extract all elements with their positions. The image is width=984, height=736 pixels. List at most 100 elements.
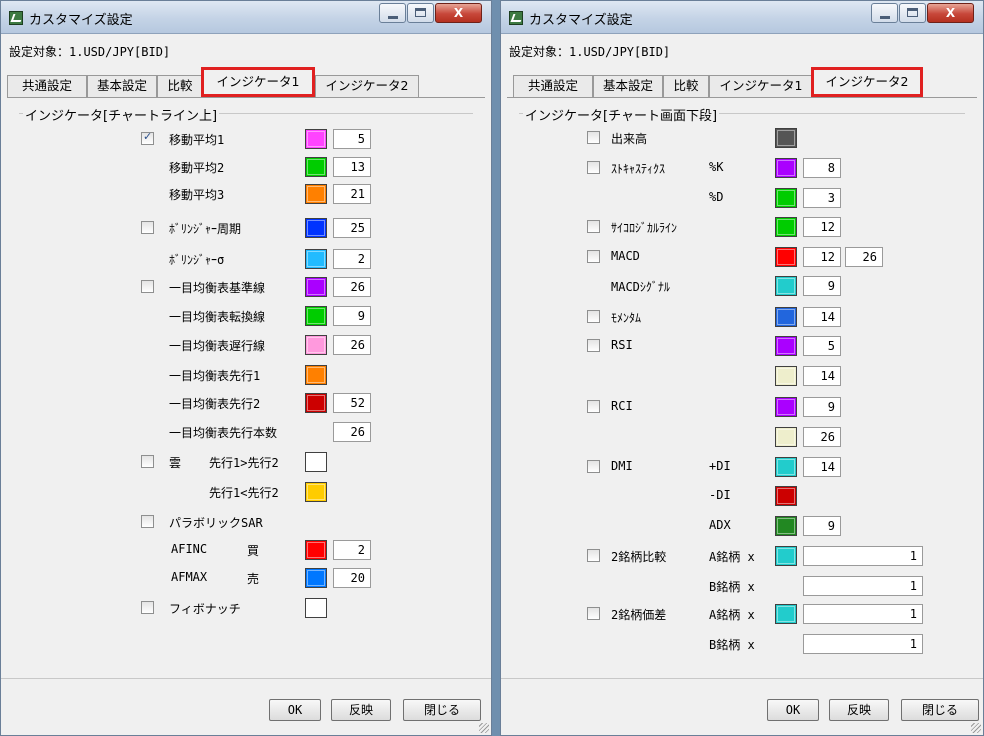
color-swatch[interactable] xyxy=(775,158,797,178)
tab-indicator-2[interactable]: インジケータ2 xyxy=(811,67,923,97)
moving-average-1-checkbox[interactable] xyxy=(141,130,154,145)
period-field[interactable]: 12 xyxy=(803,217,841,237)
period-field[interactable]: 9 xyxy=(803,397,841,417)
color-swatch[interactable] xyxy=(305,598,327,618)
color-swatch[interactable] xyxy=(775,276,797,296)
psychological-line-checkbox[interactable] xyxy=(587,220,600,233)
color-swatch[interactable] xyxy=(305,335,327,355)
color-swatch[interactable] xyxy=(775,397,797,417)
multiplier-field[interactable]: 1 xyxy=(803,576,923,596)
color-swatch[interactable] xyxy=(305,277,327,297)
minimize-icon[interactable] xyxy=(871,3,898,23)
period-field[interactable]: 9 xyxy=(333,306,371,326)
period-field[interactable]: 26 xyxy=(803,427,841,447)
ok-button[interactable]: OK xyxy=(767,699,819,721)
color-swatch[interactable] xyxy=(305,157,327,177)
tab-basic-settings[interactable]: 基本設定 xyxy=(593,75,663,97)
title-bar[interactable]: カスタマイズ設定 X xyxy=(501,1,983,34)
tab-common-settings[interactable]: 共通設定 xyxy=(513,75,593,97)
color-swatch[interactable] xyxy=(775,188,797,208)
close-icon[interactable]: X xyxy=(435,3,482,23)
close-button[interactable]: 閉じる xyxy=(901,699,979,721)
color-swatch[interactable] xyxy=(305,568,327,588)
two-symbol-spread-checkbox[interactable] xyxy=(587,607,600,620)
ichimoku-checkbox[interactable] xyxy=(141,280,154,293)
stochastics-checkbox[interactable] xyxy=(587,161,600,174)
tab-compare[interactable]: 比較 xyxy=(663,75,709,97)
color-swatch[interactable] xyxy=(775,516,797,536)
period-field[interactable]: 5 xyxy=(333,129,371,149)
color-swatch[interactable] xyxy=(775,457,797,477)
period-field[interactable]: 25 xyxy=(333,218,371,238)
momentum-checkbox[interactable] xyxy=(587,310,600,323)
maximize-icon[interactable] xyxy=(899,3,926,23)
apply-button[interactable]: 反映 xyxy=(829,699,889,721)
color-swatch[interactable] xyxy=(775,336,797,356)
resize-grip[interactable] xyxy=(479,723,489,733)
tab-indicator-2[interactable]: インジケータ2 xyxy=(315,75,419,97)
color-swatch[interactable] xyxy=(305,365,327,385)
period-field[interactable]: 21 xyxy=(333,184,371,204)
period-field[interactable]: 26 xyxy=(333,335,371,355)
tab-indicator-1[interactable]: インジケータ1 xyxy=(201,67,315,97)
period-field[interactable]: 13 xyxy=(333,157,371,177)
close-icon[interactable]: X xyxy=(927,3,974,23)
two-symbol-compare-checkbox[interactable] xyxy=(587,549,600,562)
period-field[interactable]: 9 xyxy=(803,276,841,296)
tab-indicator-1[interactable]: インジケータ1 xyxy=(709,75,813,97)
multiplier-field[interactable]: 1 xyxy=(803,634,923,654)
tab-basic-settings[interactable]: 基本設定 xyxy=(87,75,157,97)
tab-common-settings[interactable]: 共通設定 xyxy=(7,75,87,97)
fibonacci-checkbox[interactable] xyxy=(141,601,154,614)
color-swatch[interactable] xyxy=(305,540,327,560)
minimize-icon[interactable] xyxy=(379,3,406,23)
period-field[interactable]: 2 xyxy=(333,249,371,269)
period-field[interactable]: 9 xyxy=(803,516,841,536)
period-field[interactable]: 3 xyxy=(803,188,841,208)
color-swatch[interactable] xyxy=(775,217,797,237)
period-field[interactable]: 14 xyxy=(803,457,841,477)
period-field[interactable]: 8 xyxy=(803,158,841,178)
color-swatch[interactable] xyxy=(775,546,797,566)
color-swatch[interactable] xyxy=(305,393,327,413)
period-field[interactable]: 2 xyxy=(333,540,371,560)
period-field[interactable]: 52 xyxy=(333,393,371,413)
color-swatch[interactable] xyxy=(775,128,797,148)
multiplier-field[interactable]: 1 xyxy=(803,546,923,566)
tab-compare[interactable]: 比較 xyxy=(157,75,203,97)
close-button[interactable]: 閉じる xyxy=(403,699,481,721)
color-swatch[interactable] xyxy=(775,427,797,447)
color-swatch[interactable] xyxy=(305,218,327,238)
color-swatch[interactable] xyxy=(305,184,327,204)
dmi-checkbox[interactable] xyxy=(587,460,600,473)
period-field[interactable]: 5 xyxy=(803,336,841,356)
color-swatch[interactable] xyxy=(775,604,797,624)
parabolic-sar-checkbox[interactable] xyxy=(141,515,154,528)
color-swatch[interactable] xyxy=(775,247,797,267)
multiplier-field[interactable]: 1 xyxy=(803,604,923,624)
rci-checkbox[interactable] xyxy=(587,400,600,413)
period-field[interactable]: 26 xyxy=(333,422,371,442)
period-field[interactable]: 26 xyxy=(333,277,371,297)
color-swatch[interactable] xyxy=(775,486,797,506)
volume-checkbox[interactable] xyxy=(587,131,600,144)
color-swatch[interactable] xyxy=(305,249,327,269)
apply-button[interactable]: 反映 xyxy=(331,699,391,721)
color-swatch[interactable] xyxy=(305,129,327,149)
rsi-checkbox[interactable] xyxy=(587,339,600,352)
color-swatch[interactable] xyxy=(305,482,327,502)
cloud-checkbox[interactable] xyxy=(141,455,154,468)
resize-grip[interactable] xyxy=(971,723,981,733)
macd-checkbox[interactable] xyxy=(587,250,600,263)
color-swatch[interactable] xyxy=(305,306,327,326)
color-swatch[interactable] xyxy=(305,452,327,472)
title-bar[interactable]: カスタマイズ設定 X xyxy=(1,1,491,34)
color-swatch[interactable] xyxy=(775,307,797,327)
color-swatch[interactable] xyxy=(775,366,797,386)
bollinger-checkbox[interactable] xyxy=(141,221,154,234)
ok-button[interactable]: OK xyxy=(269,699,321,721)
period-field[interactable]: 14 xyxy=(803,307,841,327)
maximize-icon[interactable] xyxy=(407,3,434,23)
period-field[interactable]: 20 xyxy=(333,568,371,588)
period-field-2[interactable]: 26 xyxy=(845,247,883,267)
